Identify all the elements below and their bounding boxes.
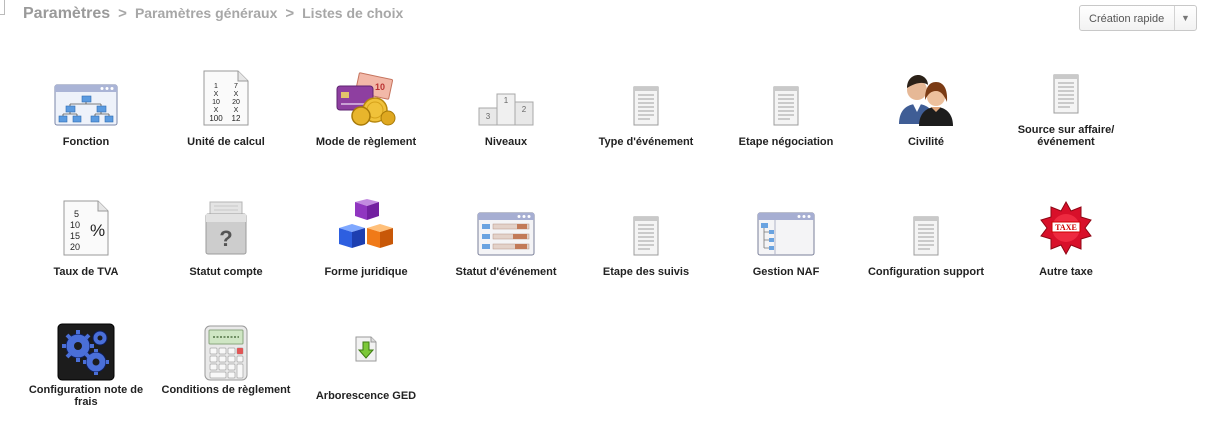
tile-gestion-naf[interactable]: Gestion NAF [721,192,851,302]
org-chart-window-icon [21,62,151,126]
icon-text: ? [219,226,232,251]
tile-niveaux[interactable]: 1 2 3 Niveaux [441,62,571,172]
chevron-down-icon[interactable]: ▼ [1174,6,1196,30]
icon-text: 3 [486,112,491,121]
payment-money-icon: 10 [301,62,431,126]
tile-forme-juridique[interactable]: Forme juridique [301,192,431,302]
list-document-icon [721,62,851,126]
list-document-icon [861,192,991,256]
download-document-icon [301,320,431,362]
breadcrumb-current: Listes de choix [302,5,404,21]
tile-etape-negociation[interactable]: Etape négociation [721,62,851,172]
icon-text: TAXE [1055,223,1077,232]
icon-text: 10 [375,82,385,92]
tile-unite-de-calcul[interactable]: 1 X 10 X 100 7 X 20 X 12 Unité de calcul [161,62,291,172]
icon-text: 7 [234,83,238,90]
tile-label: Configuration support [867,266,985,278]
icon-text: X [214,107,219,114]
breadcrumb: Paramètres > Paramètres généraux > Listes de… [23,5,403,23]
tile-label: Autre taxe [1039,266,1093,278]
list-document-icon [581,192,711,256]
tile-label: Arborescence GED [315,390,417,402]
percent-document-icon: 5 10 15 20 % [21,192,151,256]
icon-text: 100 [209,114,223,123]
tile-label: Configuration note de frais [28,384,144,408]
calculator-icon [161,320,291,382]
quick-create-label: Création rapide [1089,13,1165,25]
tile-mode-de-reglement[interactable]: 10 Mode de règlement [301,62,431,172]
tile-civilite[interactable]: Civilité [861,62,991,172]
tile-statut-evenement[interactable]: Statut d'événement [441,192,571,302]
icon-text: 20 [70,242,80,252]
icon-text: 5 [74,209,79,219]
tile-arborescence-ged[interactable]: Arborescence GED [301,320,431,430]
tile-label: Etape des suivis [602,266,690,278]
icon-text: X [234,107,239,114]
tile-conditions-reglement[interactable]: Conditions de règlement [161,320,291,430]
tile-label: Conditions de règlement [161,384,291,396]
tile-configuration-support[interactable]: Configuration support [861,192,991,302]
tile-fonction[interactable]: Fonction [21,62,151,172]
tree-window-icon [721,192,851,256]
tile-taux-tva[interactable]: 5 10 15 20 % Taux de TVA [21,192,151,302]
tile-etape-suivis[interactable]: Etape des suivis [581,192,711,302]
icon-text: 2 [522,105,527,114]
list-document-icon [581,62,711,126]
status-window-icon [441,192,571,256]
people-icon [861,62,991,126]
quick-create-select[interactable]: Création rapide ▼ [1079,5,1197,31]
corner-mark [0,0,5,15]
icon-text: X [234,91,239,98]
question-box-icon: ? [161,192,291,256]
gears-icon [21,320,151,382]
icon-text: 10 [70,220,80,230]
tile-label: Fonction [62,136,110,148]
breadcrumb-separator: > [285,5,295,22]
breadcrumb-separator: > [118,5,127,22]
tile-type-evenement[interactable]: Type d'événement [581,62,711,172]
tile-label: Niveaux [484,136,528,148]
icon-text: 12 [232,114,241,123]
icon-text: % [90,221,105,240]
tile-label: Civilité [907,136,945,148]
tile-label: Taux de TVA [53,266,119,278]
tile-label: Etape négociation [738,136,834,148]
icon-text: 1 [214,83,218,90]
tile-label: Unité de calcul [187,136,265,148]
tile-label: Type d'événement [598,136,694,148]
tile-source-affaire[interactable]: Source sur affaire/ événement [1001,62,1131,172]
podium-icon: 1 2 3 [441,62,571,126]
icon-text: 20 [232,99,240,106]
tile-label: Source sur affaire/ événement [1017,124,1115,148]
numbers-document-icon: 1 X 10 X 100 7 X 20 X 12 [161,62,291,126]
icon-text: X [214,91,219,98]
tax-seal-icon: TAXE [1001,192,1131,256]
breadcrumb-root[interactable]: Paramètres [23,5,110,22]
tile-autre-taxe[interactable]: TAXE Autre taxe [1001,192,1131,302]
tile-label: Statut d'événement [455,266,557,278]
icon-text: 10 [212,99,220,106]
list-document-icon [1001,62,1131,114]
breadcrumb-level1[interactable]: Paramètres généraux [135,5,277,21]
tile-label: Forme juridique [324,266,408,278]
icon-text: 15 [70,231,80,241]
tile-label: Statut compte [189,266,263,278]
tile-configuration-note-frais[interactable]: Configuration note de frais [21,320,151,430]
tile-statut-compte[interactable]: ? Statut compte [161,192,291,302]
cubes-icon [301,192,431,256]
icon-text: 1 [504,96,509,105]
tile-label: Mode de règlement [315,136,417,148]
tile-label: Gestion NAF [752,266,820,278]
